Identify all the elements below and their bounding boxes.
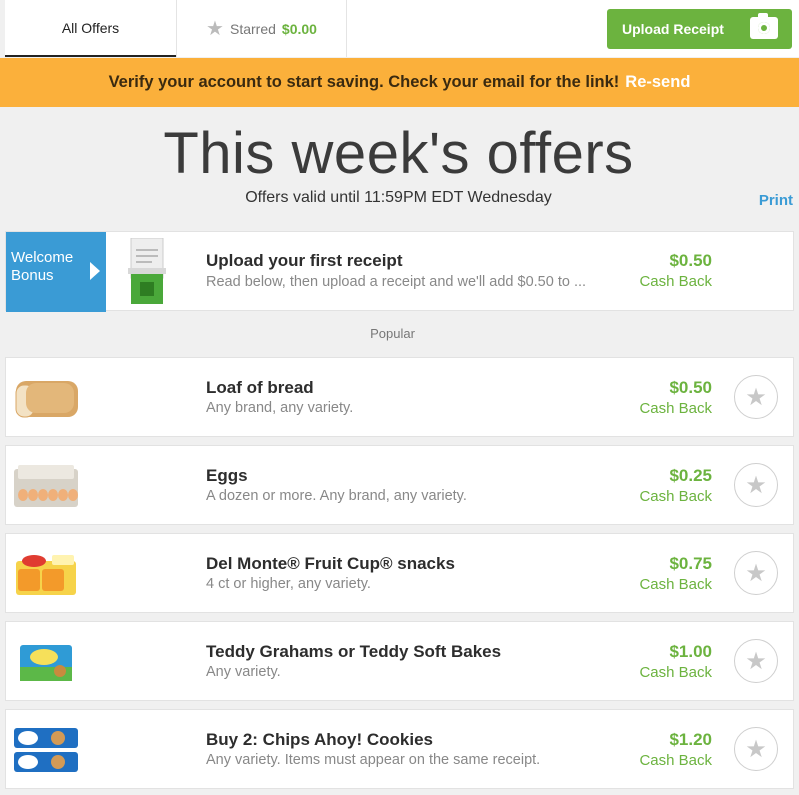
upload-receipt-button[interactable]: Upload Receipt <box>607 9 792 49</box>
welcome-price: $0.50 <box>669 251 712 270</box>
offer-price: $1.20 <box>669 730 712 749</box>
upload-receipt-label: Upload Receipt <box>622 21 724 37</box>
tab-starred-label: Starred <box>229 20 276 37</box>
welcome-bonus-card[interactable]: Welcome Bonus Upload your first receipt … <box>5 231 794 312</box>
section-label-popular: Popular <box>370 326 415 341</box>
star-icon: ★ <box>745 559 767 587</box>
offer-price: $0.25 <box>669 466 712 485</box>
star-button[interactable]: ★ <box>734 551 778 595</box>
offer-title: Del Monte® Fruit Cup® snacks <box>206 554 455 573</box>
offer-cashback: Cash Back <box>639 576 712 593</box>
offer-cashback: Cash Back <box>639 400 712 417</box>
offer-card[interactable]: Del Monte® Fruit Cup® snacks 4 ct or hig… <box>5 533 794 613</box>
offer-card[interactable]: Teddy Grahams or Teddy Soft Bakes Any va… <box>5 621 794 701</box>
verify-message: Verify your account to start saving. Che… <box>108 73 620 91</box>
offer-title: Loaf of bread <box>206 378 314 397</box>
bread-icon <box>15 381 78 418</box>
offer-cashback: Cash Back <box>639 752 712 769</box>
verify-banner: Verify your account to start saving. Che… <box>0 58 799 107</box>
star-icon: ★ <box>745 735 767 763</box>
camera-icon <box>750 13 778 39</box>
offer-cashback: Cash Back <box>639 664 712 681</box>
welcome-desc: Read below, then upload a receipt and we… <box>206 274 587 290</box>
offer-desc: Any variety. Items must appear on the sa… <box>206 752 541 768</box>
star-icon: ★ <box>206 17 224 40</box>
star-icon: ★ <box>745 471 767 499</box>
tab-starred[interactable]: ★ Starred $0.00 <box>176 0 347 57</box>
page-title: This week's offers <box>163 121 634 186</box>
offer-price: $0.75 <box>669 554 712 573</box>
welcome-cashback: Cash Back <box>639 273 712 290</box>
offer-desc: 4 ct or higher, any variety. <box>206 576 371 592</box>
offers-valid-text: Offers valid until 11:59PM EDT Wednesday <box>245 189 552 206</box>
offer-title: Eggs <box>206 466 248 485</box>
offer-card[interactable]: Loaf of bread Any brand, any variety. $0… <box>5 357 794 437</box>
offer-title: Teddy Grahams or Teddy Soft Bakes <box>206 642 502 661</box>
offer-card[interactable]: Eggs A dozen or more. Any brand, any var… <box>5 445 794 525</box>
top-nav: All Offers ★ Starred $0.00 Upload Receip… <box>0 0 799 58</box>
star-button[interactable]: ★ <box>734 463 778 507</box>
fruit-cup-icon <box>16 555 76 595</box>
print-link[interactable]: Print <box>759 192 793 209</box>
star-button[interactable]: ★ <box>734 639 778 683</box>
tab-all-offers[interactable]: All Offers <box>5 0 176 57</box>
offer-card[interactable]: Buy 2: Chips Ahoy! Cookies Any variety. … <box>5 709 794 789</box>
resend-link[interactable]: Re-send <box>625 73 690 92</box>
offer-desc: Any variety. <box>206 664 281 680</box>
offer-desc: A dozen or more. Any brand, any variety. <box>206 488 467 504</box>
chips-ahoy-icon <box>14 728 78 772</box>
offer-cashback: Cash Back <box>639 488 712 505</box>
welcome-bonus-tag: Welcome Bonus <box>6 232 106 312</box>
star-button[interactable]: ★ <box>734 375 778 419</box>
star-icon: ★ <box>745 383 767 411</box>
teddy-grahams-icon <box>20 645 72 681</box>
receipt-icon <box>128 238 166 304</box>
eggs-icon <box>14 465 78 507</box>
chevron-right-icon <box>90 262 100 280</box>
star-icon: ★ <box>745 647 767 675</box>
offer-title: Buy 2: Chips Ahoy! Cookies <box>206 730 434 749</box>
offer-price: $0.50 <box>669 378 712 397</box>
offer-desc: Any brand, any variety. <box>206 400 354 416</box>
offer-price: $1.00 <box>669 642 712 661</box>
starred-amount: $0.00 <box>281 20 317 37</box>
welcome-title: Upload your first receipt <box>206 251 403 270</box>
tab-all-offers-label: All Offers <box>61 19 120 36</box>
star-button[interactable]: ★ <box>734 727 778 771</box>
